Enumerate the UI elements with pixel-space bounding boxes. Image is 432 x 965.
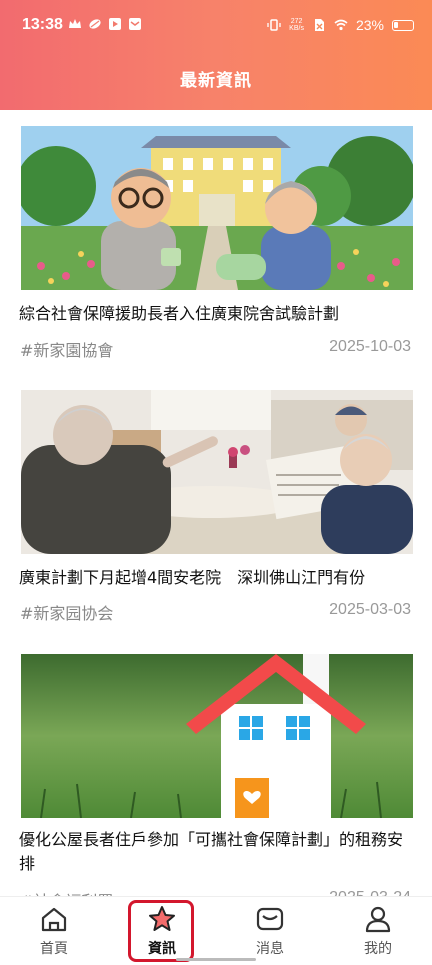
net-speed-value: 272 [290,18,303,25]
wifi-icon [334,19,348,31]
home-indicator[interactable] [176,958,256,961]
tab-messages[interactable]: 消息 [230,897,310,965]
news-date: 2025-03-24 [329,889,411,896]
notification-icons [68,17,142,31]
message-icon [256,907,284,931]
tab-profile[interactable]: 我的 [338,897,418,965]
net-speed: 272 KB/s [289,18,304,32]
news-date: 2025-03-03 [329,601,411,618]
news-title[interactable]: 綜合社會保障援助長者入住廣東院舍試驗計劃 [19,302,415,326]
page-title: 最新資訊 [180,71,252,91]
news-tag[interactable]: #新家园协会 [20,600,113,624]
active-tab-highlight [128,900,194,962]
news-thumbnail-elderly-reading[interactable] [21,390,413,554]
news-tag[interactable]: #社會福利署 [20,888,113,896]
no-sim-icon [314,19,324,31]
tab-label: 首頁 [40,941,68,957]
news-title[interactable]: 優化公屋長者住戶參加「可攜社會保障計劃」的租務安排 [19,828,415,876]
home-icon [41,907,67,932]
news-thumbnail-house[interactable] [21,654,413,818]
news-thumbnail-elderly-couple[interactable] [21,126,413,290]
news-date: 2025-10-03 [329,338,411,355]
status-bar: 13:38 272 KB/s 23% [0,0,432,48]
mail-app-icon [129,18,141,30]
play-app-icon [109,18,121,30]
news-title[interactable]: 廣東計劃下月起增4間安老院 深圳佛山江門有份 [19,566,415,590]
vibrate-icon [267,19,281,31]
app-header: 13:38 272 KB/s 23% 最新資訊 [0,0,432,110]
news-tag[interactable]: #新家園協會 [20,337,113,361]
news-list[interactable]: 綜合社會保障援助長者入住廣東院舍試驗計劃 #新家園協會 2025-10-03 廣… [0,110,432,896]
tab-label: 消息 [256,941,284,957]
battery-percent: 23% [355,17,384,33]
battery-icon [392,19,414,31]
tab-home[interactable]: 首頁 [14,897,94,965]
status-time: 13:38 [22,16,63,33]
profile-icon [365,906,391,933]
leaf-icon [89,19,101,29]
system-icons: 272 KB/s 23% [267,17,414,33]
net-speed-unit: KB/s [289,25,304,32]
crown-icon [69,19,81,28]
tab-label: 我的 [364,941,392,957]
bottom-tab-bar: 首頁 資訊 消息 我的 [0,896,432,965]
